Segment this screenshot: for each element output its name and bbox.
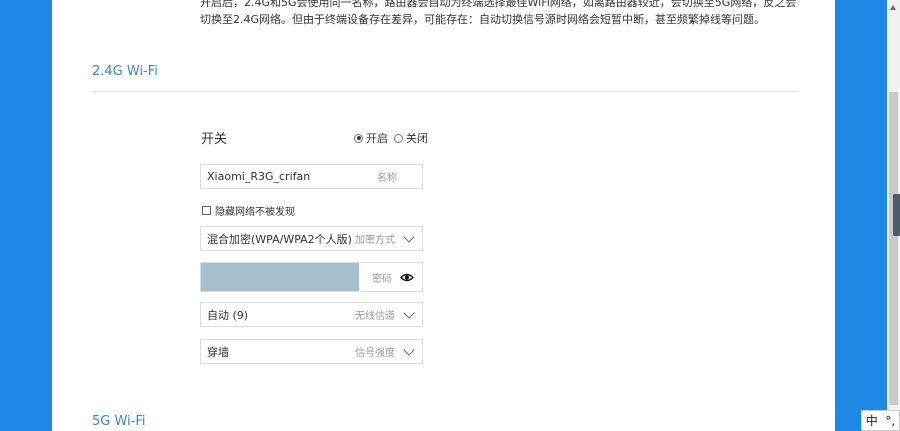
eye-icon[interactable] (400, 273, 414, 282)
hide-network-row[interactable]: 隐藏网络不被发现 (202, 203, 295, 218)
section-title-24g: 2.4G Wi-Fi (92, 64, 158, 79)
encryption-value: 混合加密(WPA/WPA2个人版) (207, 232, 352, 246)
signal-hint: 信号强度 (355, 348, 395, 359)
channel-hint: 无线信道 (355, 311, 395, 322)
scroll-up-arrow-icon[interactable] (890, 5, 896, 10)
channel-value: 自动 (9) (207, 308, 249, 322)
channel-select[interactable]: 自动 (9) 无线信道 (200, 302, 423, 327)
encryption-hint: 加密方式 (355, 235, 395, 246)
radio-off[interactable] (394, 133, 403, 143)
side-panel-tab[interactable] (893, 194, 900, 236)
ime-indicator[interactable]: 中 °, (861, 410, 900, 431)
ime-punct[interactable]: °, (885, 414, 895, 428)
radio-off-option[interactable]: 关闭 (394, 130, 428, 146)
chevron-down-icon (403, 230, 415, 243)
radio-on[interactable] (354, 133, 363, 143)
password-hint: 密码 (372, 273, 392, 285)
switch-radio-group: 开启 关闭 (354, 130, 434, 146)
radio-on-label: 开启 (366, 132, 388, 145)
intro-text: 开启后，2.4G和5G会使用同一名称，路由器会自动为终端选择最佳WiFi网络，如… (200, 0, 797, 26)
password-field[interactable]: 密码 (200, 262, 423, 292)
encryption-select[interactable]: 混合加密(WPA/WPA2个人版) 加密方式 (200, 226, 423, 251)
signal-strength-select[interactable]: 穿墙 信号强度 (200, 339, 423, 364)
section-divider (92, 91, 797, 92)
switch-label: 开关 (201, 132, 228, 147)
chevron-down-icon (403, 343, 415, 356)
section-title-5g: 5G Wi-Fi (92, 414, 146, 429)
password-masked-value[interactable] (201, 263, 359, 291)
scroll-thumb[interactable] (889, 92, 898, 405)
settings-page: 开启后，2.4G和5G会使用同一名称，路由器会自动为终端选择最佳WiFi网络，如… (52, 0, 835, 431)
hide-network-checkbox[interactable] (202, 206, 211, 215)
ssid-hint: 名称 (377, 173, 397, 184)
ssid-value[interactable]: Xiaomi_R3G_crifan (201, 170, 377, 183)
radio-off-label: 关闭 (406, 132, 428, 145)
chevron-down-icon (403, 306, 415, 319)
ssid-field[interactable]: Xiaomi_R3G_crifan 名称 (200, 164, 423, 189)
radio-on-option[interactable]: 开启 (354, 130, 388, 146)
signal-value: 穿墙 (207, 345, 229, 359)
hide-network-label: 隐藏网络不被发现 (215, 207, 295, 218)
ime-lang[interactable]: 中 (866, 412, 878, 429)
